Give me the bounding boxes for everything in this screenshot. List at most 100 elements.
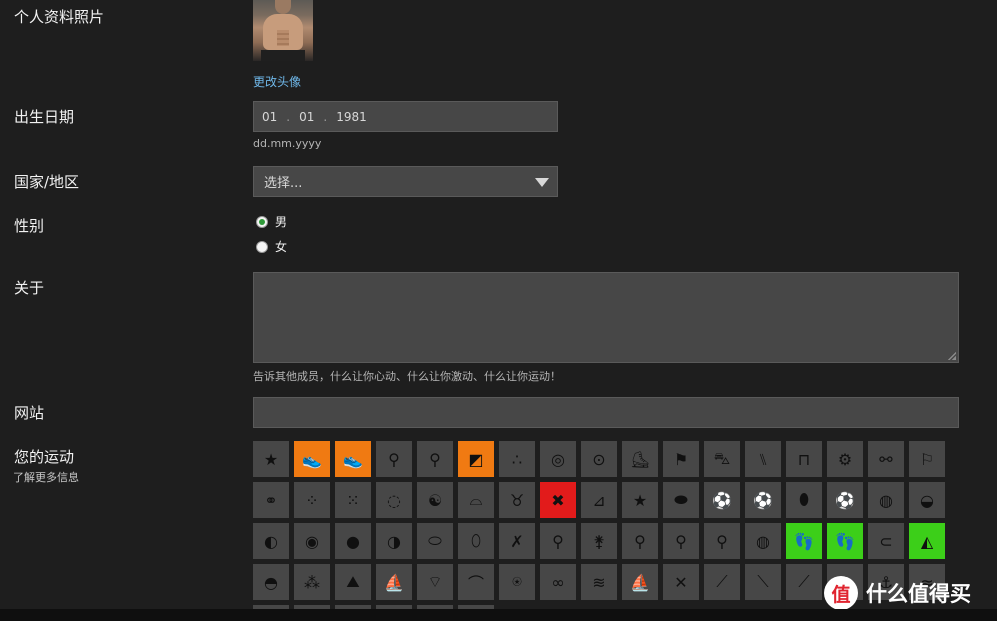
sport-tile[interactable]: ◓ [253,564,289,600]
sport-tile[interactable]: ⊙ [581,441,617,477]
resize-grip-icon[interactable] [948,352,956,360]
sport-tile[interactable]: ⚑ [663,441,699,477]
pommel-horse-icon: ⊓ [797,449,811,469]
sport-tile[interactable]: ⚙ [827,441,863,477]
sport-tile[interactable]: ⚲ [704,523,740,559]
orienteering-icon: ◩ [468,449,484,469]
sport-tile[interactable]: ⟋ [786,564,822,600]
yin-yang-icon: ☯ [427,490,443,510]
sport-tile[interactable]: ⊿ [581,482,617,518]
golf-ball-icon: ◉ [305,531,319,551]
sport-tile[interactable]: ⚵ [581,523,617,559]
loading-circle-icon: ◌ [387,490,401,510]
kart-icon: ⛍ [713,448,731,468]
sport-tile[interactable]: ♉ [499,482,535,518]
sport-tile[interactable]: ☯ [417,482,453,518]
sport-tile[interactable]: ⚯ [868,441,904,477]
sport-tile[interactable]: ⛸ [622,441,658,477]
sport-tile[interactable]: ⚽ [745,482,781,518]
sport-tile[interactable]: ⑊ [745,441,781,477]
sport-tile[interactable]: 👟 [335,441,371,477]
sport-tile[interactable]: ◐ [253,523,289,559]
sport-tile[interactable]: ⛵ [622,564,658,600]
yoga-mat-icon: ⌓ [469,490,483,509]
sport-tile[interactable]: ⬯ [458,523,494,559]
sport-tile[interactable]: ◌ [376,482,412,518]
sport-tile[interactable]: ◍ [745,523,781,559]
birthdate-field[interactable]: 01 . 01 . 1981 [253,101,558,132]
sport-tile[interactable]: ⛵ [376,564,412,600]
sport-tile[interactable]: ✖ [540,482,576,518]
gender-option-male[interactable]: 男 [256,213,287,230]
sport-tile[interactable]: ⌓ [458,482,494,518]
sport-tile[interactable]: ⛰ [335,564,371,600]
sport-tile[interactable]: ⚽ [704,482,740,518]
sport-tile[interactable]: ⚲ [622,523,658,559]
triangle-nodes-icon: ∴ [511,449,523,469]
sport-tile[interactable]: ⬬ [663,482,699,518]
sport-tile[interactable]: ∞ [540,564,576,600]
gender-male-label: 男 [275,215,288,229]
change-avatar-link[interactable]: 更改头像 [253,73,301,90]
sport-tile[interactable]: ⬭ [417,523,453,559]
sport-tile[interactable]: ⚲ [376,441,412,477]
sport-tile[interactable]: ⚭ [253,482,289,518]
sport-tile[interactable]: ◍ [868,482,904,518]
sport-tile[interactable]: ⚽ [827,482,863,518]
sports-more-info-link[interactable]: 了解更多信息 [13,469,79,485]
sport-tile[interactable]: ⚲ [540,523,576,559]
star-icon: ★ [263,449,279,469]
exercise-bike-icon: ⚙ [837,449,853,469]
birthdate-year[interactable]: 1981 [336,110,367,124]
gender-option-female[interactable]: 女 [256,238,287,255]
sport-tile[interactable]: 👣 [786,523,822,559]
radio-male[interactable] [256,215,268,228]
about-hint: 告诉其他成员，什么让你心动、什么让你激动、什么让你运动！ [253,370,561,383]
sport-tile[interactable]: ⟍ [745,564,781,600]
sport-tile[interactable]: ⊂ [868,523,904,559]
sport-tile[interactable]: ⁙ [335,482,371,518]
sport-tile[interactable]: ⚐ [909,441,945,477]
sport-tile[interactable]: ◒ [909,482,945,518]
sport-tile[interactable]: ★ [253,441,289,477]
sport-tile[interactable]: ◭ [909,523,945,559]
sport-tile[interactable]: ✕ [663,564,699,600]
sport-tile[interactable]: ⍟ [499,564,535,600]
kettlebell-icon: ♉ [509,490,525,510]
sport-tile[interactable]: ◩ [458,441,494,477]
sport-tile[interactable]: ⌔ [417,564,453,600]
watermark: 值 什么值得买 [824,576,971,610]
sport-tile[interactable]: ◉ [294,523,330,559]
bottom-bar [0,609,997,621]
sport-tile[interactable]: 👟 [294,441,330,477]
birthdate-day[interactable]: 01 [262,110,277,124]
sport-tile[interactable]: ≋ [581,564,617,600]
sport-tile[interactable]: ⚲ [663,523,699,559]
sport-tile[interactable]: ◑ [376,523,412,559]
sport-tile[interactable]: ★ [622,482,658,518]
sport-tile[interactable]: ⛍ [704,441,740,477]
radio-female[interactable] [256,240,268,253]
frisbee-icon: ⬯ [470,531,482,550]
about-textarea[interactable] [253,272,959,363]
sport-tile[interactable]: ⚲ [417,441,453,477]
goggles-icon: ∞ [551,572,565,592]
sport-tile[interactable]: ● [335,523,371,559]
sport-tile[interactable]: 👣 [827,523,863,559]
sport-tile[interactable]: ⁂ [294,564,330,600]
birthdate-month[interactable]: 01 [299,110,314,124]
sport-tile[interactable]: ⬮ [786,482,822,518]
sport-tile[interactable]: ⟋ [704,564,740,600]
about-label: 关于 [14,279,45,297]
website-input[interactable] [253,397,959,428]
sport-tile[interactable]: ◎ [540,441,576,477]
bicycle-icon: ⚲ [429,449,441,469]
date-format-hint: dd.mm.yyyy [253,137,322,150]
country-select[interactable]: 选择... [253,166,558,197]
sport-tile[interactable]: ⁘ [294,482,330,518]
sport-tile[interactable]: ⊓ [786,441,822,477]
sport-tile[interactable]: ⌒ [458,564,494,600]
sport-tile[interactable]: ∴ [499,441,535,477]
sport-tile[interactable]: ✗ [499,523,535,559]
date-separator: . [323,109,328,124]
